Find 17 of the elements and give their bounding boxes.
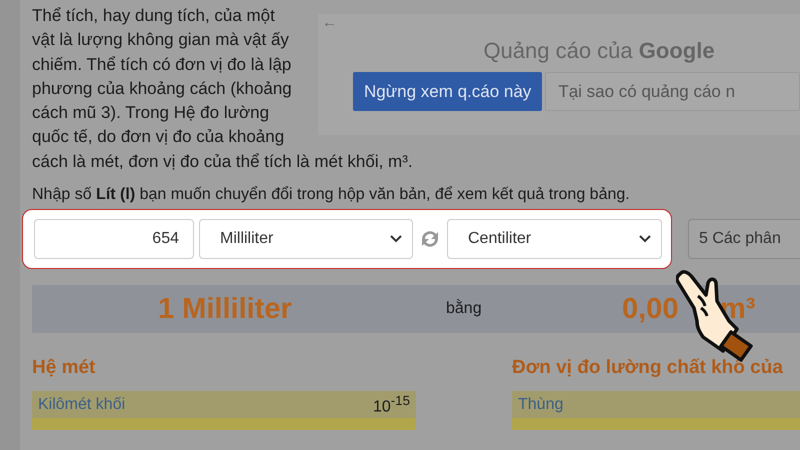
- section-heading: Đơn vị đo lường chất khô của: [512, 357, 784, 380]
- result-value: 0,00: [622, 292, 678, 326]
- why-ad-button[interactable]: Tại sao có quảng cáo n: [545, 72, 800, 111]
- equals-text: bằng: [446, 300, 482, 318]
- result-source: 1 Milliliter: [158, 292, 292, 326]
- instruction-text: Nhập số Lít (l) bạn muốn chuyển đổi trong hộp văn bản, để xem kết quả trong bảng.: [32, 185, 631, 206]
- from-unit-select[interactable]: Milliliter: [199, 219, 413, 260]
- to-unit-select[interactable]: Centiliter: [447, 219, 662, 260]
- precision-select[interactable]: 5 Các phân: [688, 219, 800, 260]
- section-heading: Hệ mét: [32, 357, 96, 380]
- chevron-icon: [390, 235, 402, 244]
- chevron-icon: [639, 235, 651, 244]
- stop-ad-button[interactable]: Ngừng xem q.cáo này: [353, 72, 542, 111]
- ad-title: Quảng cáo của Google: [482, 38, 716, 64]
- unit-value: 10$^{-15}$: [372, 392, 410, 416]
- value-input[interactable]: 654: [34, 219, 194, 260]
- intro-paragraph-end: cách là mét, đơn vị đo của thể tích là mét khối, m³.: [32, 150, 414, 173]
